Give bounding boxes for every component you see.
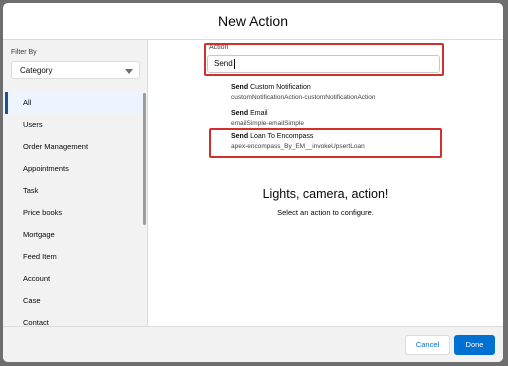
category-item-contact[interactable]: Contact <box>3 312 147 326</box>
done-button[interactable]: Done <box>454 335 495 355</box>
category-label: Users <box>23 120 43 129</box>
empty-state-subtitle: Select an action to configure. <box>277 208 374 217</box>
filter-by-label: Filter By <box>11 49 37 56</box>
filter-by-select[interactable]: Category <box>11 61 140 79</box>
option-api-name: customNotificationAction-customNotificat… <box>231 94 376 101</box>
category-label: All <box>23 98 32 107</box>
category-item-account[interactable]: Account <box>3 268 147 290</box>
option-match: Send <box>231 84 249 91</box>
action-option-email[interactable]: Send Email emailSimple-emailSimple <box>231 109 304 129</box>
empty-state-title: Lights, camera, action! <box>262 187 389 201</box>
option-label: Email <box>248 110 268 117</box>
category-item-feed-item[interactable]: Feed Item <box>3 246 147 268</box>
cancel-button[interactable]: Cancel <box>405 335 450 355</box>
new-action-modal: New Action Filter By Category All Users … <box>3 3 503 362</box>
category-label: Account <box>23 274 51 283</box>
filter-by-value: Category <box>20 66 53 75</box>
filter-sidebar: Filter By Category All Users Order Manag… <box>3 40 148 326</box>
category-label: Task <box>23 186 39 195</box>
category-list: All Users Order Management Appointments … <box>3 92 147 326</box>
category-item-case[interactable]: Case <box>3 290 147 312</box>
category-label: Contact <box>23 318 49 326</box>
category-item-mortgage[interactable]: Mortgage <box>3 224 147 246</box>
category-item-task[interactable]: Task <box>3 180 147 202</box>
category-item-all[interactable]: All <box>3 92 147 114</box>
category-label: Feed Item <box>23 252 57 261</box>
category-label: Case <box>23 296 41 305</box>
category-label: Price books <box>23 208 63 217</box>
category-item-appointments[interactable]: Appointments <box>3 158 147 180</box>
modal-title: New Action <box>217 13 289 29</box>
option-match: Send <box>231 110 249 117</box>
modal-header: New Action <box>3 3 503 40</box>
category-label: Appointments <box>23 164 69 173</box>
category-label: Mortgage <box>23 230 55 239</box>
category-item-order-management[interactable]: Order Management <box>3 136 147 158</box>
category-item-price-books[interactable]: Price books <box>3 202 147 224</box>
category-item-users[interactable]: Users <box>3 114 147 136</box>
action-panel: Action Send Send Custom Notification cus… <box>148 40 503 326</box>
chevron-down-icon <box>125 69 133 74</box>
annotation-highlight-option <box>209 128 442 158</box>
option-label: Custom Notification <box>248 84 311 91</box>
modal-footer: Cancel Done <box>3 326 503 362</box>
annotation-highlight-input <box>204 43 444 76</box>
category-scrollbar[interactable] <box>143 93 146 225</box>
category-label: Order Management <box>23 142 89 151</box>
action-option-custom-notification[interactable]: Send Custom Notification customNotificat… <box>231 83 376 103</box>
